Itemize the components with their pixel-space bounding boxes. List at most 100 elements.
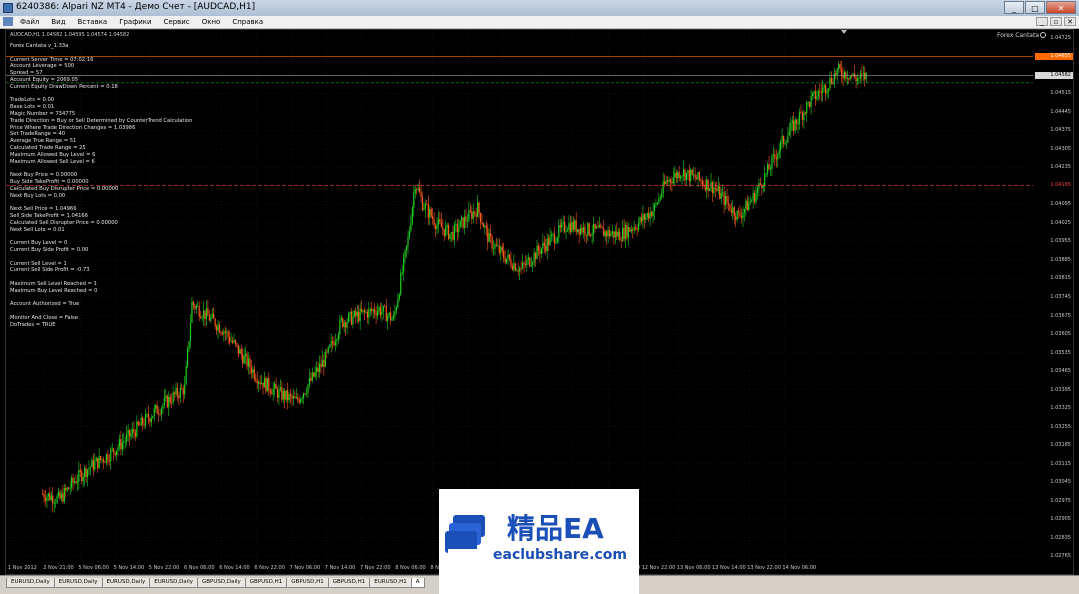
candle-body [785,142,788,144]
candle-body [43,494,45,499]
candle-body [642,214,644,222]
time-tick-label: 1 Nov 2012 [8,565,37,571]
candle-body [229,336,231,342]
minimize-button[interactable]: _ [1004,1,1024,14]
candle-body [608,230,611,237]
info-line: Magic Number = 734775 [10,110,76,117]
candle-body [845,71,847,79]
candle-body [584,227,586,236]
candle-body [310,377,312,381]
info-line: Maximum Allowed Sell Level = 6 [10,158,95,165]
menu-tools[interactable]: Сервис [164,16,190,28]
time-tick-label: 6 Nov 14:00 [219,565,250,571]
candle-body [365,311,367,313]
candle-body [542,242,544,249]
candle-body [849,75,851,80]
candle-body [752,193,754,201]
maximize-button[interactable]: □ [1025,1,1045,14]
candle-body [345,322,347,328]
candle-body [626,225,628,238]
menu-insert[interactable]: Вставка [78,16,108,28]
candle-body [487,227,489,242]
chart-tab[interactable]: GBPUSD,H1 [286,578,329,588]
chart-tab[interactable]: EURUSD,Daily [101,578,151,588]
candle-body [677,172,679,178]
candle-body [424,203,426,209]
price-tick-label: 1.03815 [1050,275,1071,282]
menu-help[interactable]: Справка [232,16,263,28]
price-tick-label: 1.04445 [1050,108,1071,115]
info-line: Account Authorized = True [10,301,80,308]
candle-body [202,310,205,318]
candle-body [474,211,476,214]
candle-body [359,308,361,322]
candle-body [76,481,78,484]
candle-body [749,201,751,203]
candle-body [729,204,731,210]
chart-tab[interactable]: EURUSD,Daily [6,578,55,588]
info-line [10,50,192,57]
candle-body [635,227,637,230]
candle-body [500,246,502,253]
price-tick-label: 1.02975 [1050,497,1071,504]
chart-window-icon[interactable] [3,17,13,26]
candle-body [706,179,708,191]
chart-tab[interactable]: GBPUSD,Daily [197,578,246,588]
time-tick-label: 14 Nov 06:00 [782,565,817,571]
candle-body [234,340,237,343]
candle-body [700,179,702,181]
candle-body [265,377,267,392]
price-axis[interactable]: 1.047251.046551.045851.045151.044451.043… [1033,30,1073,566]
close-button[interactable]: ✕ [1046,1,1076,14]
candle-body [166,395,168,408]
candle-body [610,233,612,237]
candle-body [526,260,528,266]
candle-body [711,181,714,194]
candle-body [113,448,115,453]
price-tick-label: 1.03605 [1050,331,1071,337]
candle-body [659,197,661,199]
chart-close-button[interactable]: ✕ [1064,17,1076,26]
chart-tab[interactable]: GBPUSD,H1 [327,578,371,588]
chart-minimize-button[interactable]: _ [1036,17,1048,26]
time-tick-label: 7 Nov 22:00 [360,565,391,571]
candle-body [488,233,490,242]
candle-body [594,223,596,229]
candle-body [68,487,70,489]
candle-body [456,224,458,233]
candle-body [530,264,532,267]
price-tick-label: 1.03185 [1050,442,1071,449]
chart-shift-marker[interactable] [841,30,847,34]
chart-tab[interactable]: EURUSD,H1 [369,578,412,588]
menu-window[interactable]: Окно [202,16,221,28]
chart-tab[interactable]: EURUSD,Daily [53,578,103,588]
candle-body [640,217,643,222]
candle-body [452,232,454,240]
chart-tab[interactable]: EURUSD,Daily [149,578,198,588]
candle-body [463,216,466,228]
candle-body [543,242,545,246]
candle-body [651,212,653,217]
price-tick-label: 1.04725 [1050,34,1071,41]
menu-file[interactable]: Файл [20,16,39,28]
price-tick-label: 1.04515 [1050,90,1071,97]
candle-body [53,502,55,504]
candle-body [168,396,170,408]
candle-body [97,457,99,468]
info-line: Current Buy Side Profit = 0.00 [10,246,89,253]
chart-tab[interactable]: GBPUSD,H1 [244,578,288,588]
candle-body [269,390,271,393]
menu-view[interactable]: Вид [51,16,65,28]
candle-body [577,229,579,232]
chart-tab[interactable]: A [410,578,425,588]
candle-body [282,391,284,400]
chart-restore-button[interactable]: ▫ [1050,17,1062,26]
candle-body [69,487,71,489]
candle-body [501,246,503,251]
candle-body [864,72,866,80]
candle-body [144,414,147,426]
candle-body [279,387,281,390]
menu-charts[interactable]: Графики [119,16,151,28]
info-line [10,199,192,206]
candle-body [772,154,774,157]
